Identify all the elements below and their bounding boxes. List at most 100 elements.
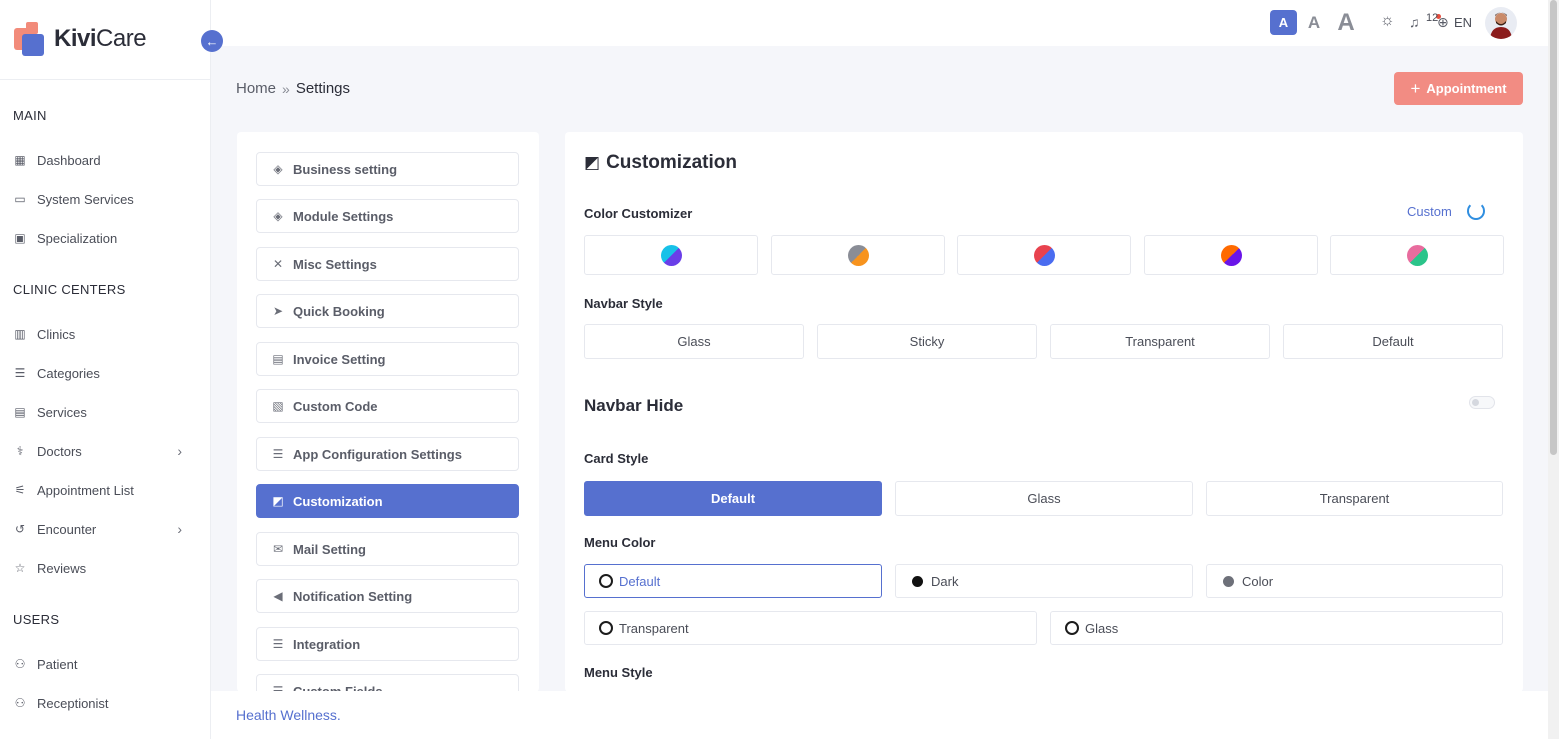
customization-panel: ◩ Customization Color Customizer Custom …	[565, 132, 1523, 692]
menu-quick-booking[interactable]: ➤ Quick Booking	[256, 294, 519, 328]
font-size-small-button[interactable]: A	[1270, 10, 1297, 35]
sidebar: KiviCare MAIN ▦ Dashboard ▭ System Service…	[0, 0, 211, 739]
bell-icon[interactable]: ♫	[1409, 14, 1420, 30]
refresh-icon[interactable]	[1467, 202, 1485, 220]
color-swatch	[1033, 244, 1055, 266]
swatchbook-icon: ◩	[584, 153, 601, 172]
scrollbar-thumb[interactable]	[1550, 0, 1557, 455]
font-size-medium-button[interactable]: A	[1305, 10, 1323, 35]
menu-customization[interactable]: ◩ Customization	[256, 484, 519, 518]
sidebar-item-patient[interactable]: ⚇ Patient	[13, 652, 193, 676]
breadcrumb-current: Settings	[295, 80, 351, 97]
navbar-style-transparent[interactable]: Transparent	[1050, 324, 1270, 359]
radio-ring-icon	[599, 621, 613, 635]
color-option-3[interactable]	[957, 235, 1131, 275]
brand-name: KiviCare	[54, 25, 147, 52]
menu-module-settings[interactable]: ◈ Module Settings	[256, 199, 519, 233]
sidebar-item-services[interactable]: ▤ Services	[13, 400, 193, 424]
navbar-style-glass[interactable]: Glass	[584, 324, 804, 359]
menu-invoice-setting[interactable]: ▤ Invoice Setting	[256, 342, 519, 376]
envelope-icon: ✉	[272, 542, 284, 556]
topbar: A A A ☼ ♫ 12 ⊕ EN	[211, 0, 1548, 46]
stethoscope-icon: ⚕	[16, 444, 24, 458]
paper-plane-icon: ➤	[272, 304, 284, 318]
history-icon: ↺	[14, 522, 26, 536]
menu-mail-setting[interactable]: ✉ Mail Setting	[256, 532, 519, 566]
color-swatch	[660, 244, 682, 266]
black-dot-icon	[912, 575, 923, 587]
grey-dot-icon	[1223, 575, 1234, 587]
menu-app-configuration-settings[interactable]: ☰ App Configuration Settings	[256, 437, 519, 471]
settings-menu: ◈ Business setting ◈ Module Settings ✕ Misc…	[237, 132, 539, 692]
card-style-default[interactable]: Default	[584, 481, 882, 516]
briefcase-icon: ▤	[14, 405, 26, 419]
color-option-1[interactable]	[584, 235, 758, 275]
tools-icon: ✕	[272, 257, 284, 271]
file-icon: ▤	[272, 352, 284, 366]
star-icon: ☆	[14, 561, 26, 575]
color-option-2[interactable]	[771, 235, 945, 275]
card-style-transparent[interactable]: Transparent	[1206, 481, 1503, 516]
custom-color-link[interactable]: Custom	[1407, 204, 1452, 219]
menu-misc-settings[interactable]: ✕ Misc Settings	[256, 247, 519, 281]
sun-icon[interactable]: ☼	[1380, 12, 1395, 30]
globe-icon[interactable]: ⊕	[1437, 14, 1449, 31]
add-appointment-button[interactable]: + Appointment	[1394, 72, 1523, 105]
menu-notification-setting[interactable]: ◀ Notification Setting	[256, 579, 519, 613]
collapse-sidebar-button[interactable]: ←	[201, 30, 223, 52]
color-option-5[interactable]	[1330, 235, 1504, 275]
section-users: USERS	[13, 612, 60, 627]
sidebar-item-specialization[interactable]: ▣ Specialization	[13, 226, 193, 250]
card-style-glass[interactable]: Glass	[895, 481, 1193, 516]
color-swatch	[1406, 244, 1428, 266]
navbar-hide-label: Navbar Hide	[584, 396, 684, 415]
monitor-icon: ▭	[14, 192, 26, 206]
swatchbook-icon: ◩	[272, 494, 284, 508]
sidebar-item-dashboard[interactable]: ▦ Dashboard	[13, 148, 193, 172]
sidebar-item-categories[interactable]: ☰ Categories	[13, 361, 193, 385]
sidebar-item-clinics[interactable]: ▥ Clinics	[13, 322, 193, 346]
breadcrumb: Home » Settings	[236, 80, 350, 97]
menu-color-default[interactable]: Default	[584, 564, 882, 598]
menu-color-label: Menu Color	[584, 535, 656, 550]
calendar-icon: ▣	[14, 231, 26, 245]
menu-color-transparent[interactable]: Transparent	[584, 611, 1037, 645]
menu-business-setting[interactable]: ◈ Business setting	[256, 152, 519, 186]
menu-color-dark[interactable]: Dark	[895, 564, 1193, 598]
toggle-knob	[1472, 399, 1479, 406]
avatar[interactable]	[1485, 7, 1517, 39]
footer: Health Wellness.	[211, 691, 1548, 739]
menu-color-color[interactable]: Color	[1206, 564, 1503, 598]
sidebar-item-appointment-list[interactable]: ⚟ Appointment List	[13, 478, 193, 502]
card-style-label: Card Style	[584, 451, 649, 466]
radio-ring-icon	[599, 574, 613, 588]
sidebar-item-encounter[interactable]: ↺ Encounter ›	[13, 517, 193, 541]
navbar-hide-toggle[interactable]	[1469, 396, 1495, 409]
menu-integration[interactable]: ☰ Integration	[256, 627, 519, 661]
navbar-style-sticky[interactable]: Sticky	[817, 324, 1037, 359]
bullhorn-icon: ◀	[273, 589, 283, 603]
chevron-right-icon: ›	[177, 443, 182, 459]
footer-text[interactable]: Health Wellness.	[236, 707, 341, 723]
navbar-style-default[interactable]: Default	[1283, 324, 1503, 359]
menu-custom-fields[interactable]: ☰ Custom Fields	[256, 674, 519, 692]
menu-custom-code[interactable]: ▧ Custom Code	[256, 389, 519, 423]
sidebar-item-receptionist[interactable]: ⚇ Receptionist	[13, 691, 193, 715]
color-customizer-label: Color Customizer	[584, 206, 693, 221]
user-icon: ⚇	[14, 657, 26, 671]
sidebar-item-system-services[interactable]: ▭ System Services	[13, 187, 193, 211]
sidebar-item-doctors[interactable]: ⚕ Doctors ›	[13, 439, 193, 463]
user-icon: ⚇	[14, 696, 26, 710]
sidebar-item-reviews[interactable]: ☆ Reviews	[13, 556, 193, 580]
font-size-large-button[interactable]: A	[1334, 9, 1358, 36]
language-selector[interactable]: EN	[1454, 15, 1472, 30]
menu-color-glass[interactable]: Glass	[1050, 611, 1503, 645]
color-option-4[interactable]	[1144, 235, 1318, 275]
breadcrumb-home[interactable]: Home	[236, 80, 276, 97]
section-main: MAIN	[13, 108, 47, 123]
plus-icon: +	[1410, 78, 1421, 98]
page-scrollbar[interactable]	[1548, 0, 1559, 739]
cube-icon: ◈	[273, 209, 283, 223]
brand-logo[interactable]: KiviCare	[14, 22, 147, 56]
building-icon: ▥	[14, 327, 26, 341]
